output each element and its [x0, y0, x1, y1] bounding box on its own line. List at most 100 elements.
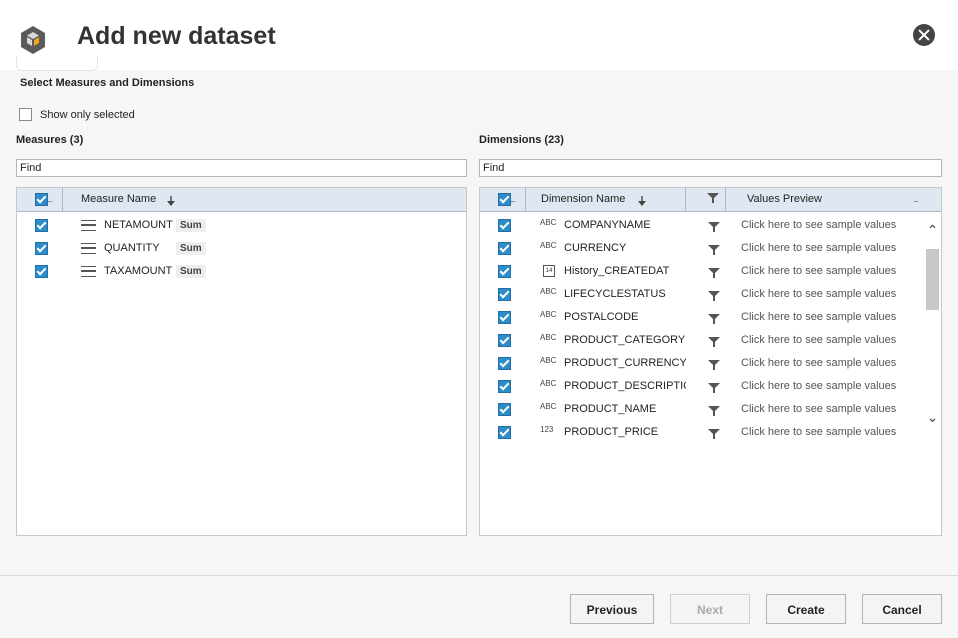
sample-values-link[interactable]: Click here to see sample values: [741, 214, 896, 237]
sample-values-link[interactable]: Click here to see sample values: [741, 329, 896, 352]
dimension-checkbox[interactable]: [498, 288, 511, 301]
chevron-up-icon[interactable]: ⌃: [926, 223, 939, 237]
dimension-row[interactable]: ABC PRODUCT_CURRENCY Click here to see sam…: [480, 352, 941, 375]
measure-name: TAXAMOUNT: [104, 265, 173, 277]
measure-name-column-header[interactable]: Measure Name: [81, 188, 156, 211]
data-type-icon: 123: [540, 425, 554, 434]
measure-row[interactable]: TAXAMOUNT Sum: [17, 260, 466, 283]
data-type-icon: ABC: [540, 287, 557, 296]
dimensions-find-input[interactable]: [479, 159, 942, 177]
show-only-selected-label: Show only selected: [40, 108, 135, 121]
filter-icon[interactable]: [708, 222, 720, 232]
filter-icon[interactable]: [708, 314, 720, 324]
dimension-row[interactable]: ABC CURRENCY Click here to see sample valu…: [480, 237, 941, 260]
dimension-checkbox[interactable]: [498, 334, 511, 347]
data-type-icon: ABC: [540, 356, 557, 365]
data-type-icon: ABC: [540, 241, 557, 250]
dimensions-grid-header: ... Dimension Name Values Preview ...: [480, 188, 941, 212]
next-button[interactable]: Next: [670, 594, 750, 624]
column-divider[interactable]: [725, 188, 726, 211]
measure-name: NETAMOUNT: [104, 219, 173, 231]
cancel-button[interactable]: Cancel: [862, 594, 942, 624]
measures-find-input[interactable]: [16, 159, 467, 177]
dimension-name: POSTALCODE: [564, 311, 639, 323]
header-tab: [16, 56, 98, 71]
filter-icon[interactable]: [708, 337, 720, 347]
column-divider[interactable]: [62, 188, 63, 211]
measure-row[interactable]: QUANTITY Sum: [17, 237, 466, 260]
aggregation-badge[interactable]: Sum: [176, 219, 206, 232]
dimension-checkbox[interactable]: [498, 242, 511, 255]
measure-checkbox[interactable]: [35, 219, 48, 232]
sample-values-link[interactable]: Click here to see sample values: [741, 421, 896, 444]
dimensions-grid: ... Dimension Name Values Preview ... AB…: [479, 187, 942, 536]
dimension-row[interactable]: ABC PRODUCT_DESCRIPTION Click here to see …: [480, 375, 941, 398]
dimension-checkbox[interactable]: [498, 403, 511, 416]
dimension-checkbox[interactable]: [498, 426, 511, 439]
values-preview-column-header[interactable]: Values Preview: [747, 188, 822, 211]
measure-row[interactable]: NETAMOUNT Sum: [17, 214, 466, 237]
dimension-name-column-header[interactable]: Dimension Name: [541, 188, 625, 211]
measure-icon: [81, 220, 96, 231]
sort-down-icon[interactable]: [638, 196, 646, 206]
filter-icon[interactable]: [708, 406, 720, 416]
sample-values-link[interactable]: Click here to see sample values: [741, 306, 896, 329]
dimension-checkbox[interactable]: [498, 357, 511, 370]
chevron-down-icon[interactable]: ⌄: [926, 410, 939, 424]
measures-label: Measures (3): [16, 134, 84, 146]
create-button[interactable]: Create: [766, 594, 846, 624]
sample-values-link[interactable]: Click here to see sample values: [741, 283, 896, 306]
previous-button[interactable]: Previous: [570, 594, 654, 624]
aggregation-badge[interactable]: Sum: [176, 265, 206, 278]
filter-icon[interactable]: [708, 429, 720, 439]
values-preview-menu-dots[interactable]: ...: [913, 194, 918, 204]
measures-grid-header: ... Measure Name: [17, 188, 466, 212]
show-only-selected-checkbox[interactable]: [19, 108, 32, 121]
dimension-row[interactable]: ABC PRODUCT_NAME Click here to see sample …: [480, 398, 941, 421]
filter-icon[interactable]: [708, 268, 720, 278]
data-type-icon: ABC: [540, 310, 557, 319]
measure-checkbox[interactable]: [35, 242, 48, 255]
filter-icon[interactable]: [708, 360, 720, 370]
dialog-title: Add new dataset: [77, 22, 276, 50]
dimension-row[interactable]: ABC PRODUCT_CATEGORY Click here to see sam…: [480, 329, 941, 352]
aggregation-badge[interactable]: Sum: [176, 242, 206, 255]
dimension-row[interactable]: ABC COMPANYNAME Click here to see sample v…: [480, 214, 941, 237]
scrollbar-thumb[interactable]: [926, 249, 939, 310]
dimension-checkbox[interactable]: [498, 265, 511, 278]
column-divider[interactable]: [525, 188, 526, 211]
sample-values-link[interactable]: Click here to see sample values: [741, 375, 896, 398]
measures-select-all-dots[interactable]: ...: [47, 194, 52, 204]
sample-values-link[interactable]: Click here to see sample values: [741, 398, 896, 421]
dimensions-select-all-dots[interactable]: ...: [510, 194, 515, 204]
data-type-icon: ABC: [540, 333, 557, 342]
dimension-row[interactable]: 123 PRODUCT_PRICE Click here to see sample…: [480, 421, 941, 444]
filter-icon[interactable]: [708, 245, 720, 255]
column-divider[interactable]: [685, 188, 686, 211]
sample-values-link[interactable]: Click here to see sample values: [741, 352, 896, 375]
filter-icon[interactable]: [708, 383, 720, 393]
measure-icon: [81, 266, 96, 277]
filter-column-icon[interactable]: [707, 193, 719, 203]
calendar-icon: 14: [543, 265, 555, 277]
close-icon[interactable]: [913, 24, 935, 46]
filter-icon[interactable]: [708, 291, 720, 301]
sample-values-link[interactable]: Click here to see sample values: [741, 237, 896, 260]
dimension-row[interactable]: ABC LIFECYCLESTATUS Click here to see samp…: [480, 283, 941, 306]
dimensions-label: Dimensions (23): [479, 134, 564, 146]
dimension-row[interactable]: 14 History_CREATEDAT Click here to see sam…: [480, 260, 941, 283]
dimension-name: PRODUCT_CATEGORY: [564, 334, 686, 346]
show-only-selected-toggle[interactable]: Show only selected: [19, 108, 135, 121]
sort-down-icon[interactable]: [167, 196, 175, 206]
measure-name: QUANTITY: [104, 242, 160, 254]
sample-values-link[interactable]: Click here to see sample values: [741, 260, 896, 283]
measure-checkbox[interactable]: [35, 265, 48, 278]
dimension-name: LIFECYCLESTATUS: [564, 288, 666, 300]
measures-grid: ... Measure Name NETAMOUNT Sum QUANTITY Sum…: [16, 187, 467, 536]
dimension-checkbox[interactable]: [498, 219, 511, 232]
dimension-row[interactable]: ABC POSTALCODE Click here to see sample va…: [480, 306, 941, 329]
section-title: Select Measures and Dimensions: [20, 77, 195, 89]
dimension-checkbox[interactable]: [498, 380, 511, 393]
dimension-checkbox[interactable]: [498, 311, 511, 324]
dimensions-scrollbar[interactable]: ⌃ ⌄: [925, 214, 940, 444]
